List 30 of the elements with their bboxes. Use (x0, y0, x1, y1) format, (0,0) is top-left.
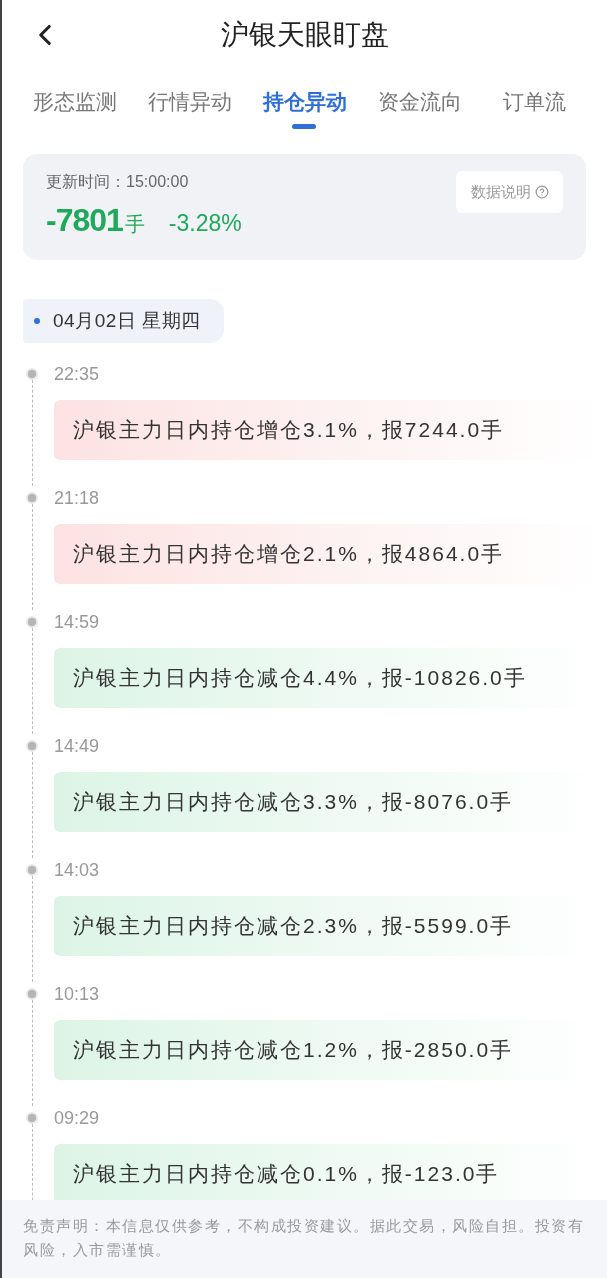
event-text: 沪银主力日内持仓减仓1.2%，报-2850.0手 (73, 1037, 514, 1063)
event-text: 沪银主力日内持仓减仓3.3%，报-8076.0手 (73, 789, 514, 815)
tab[interactable]: 行情异动 (132, 70, 247, 140)
help-icon (534, 185, 549, 199)
event-time: 14:49 (54, 735, 100, 758)
event-text: 沪银主力日内持仓增仓2.1%，报4864.0手 (73, 541, 505, 567)
tab[interactable]: 订单流 (477, 70, 592, 140)
event-time: 09:29 (54, 1107, 100, 1130)
update-time: 更新时间：15:00:00 (46, 172, 189, 192)
page-title: 沪银天眼盯盘 (220, 21, 389, 49)
event-text: 沪银主力日内持仓减仓2.3%，报-5599.0手 (73, 913, 514, 939)
disclaimer-text: 免责声明：本信息仅供参考，不构成投资建议。据此交易，风险自担。投资有风险，入市需谨慎。 (23, 1216, 585, 1260)
data-info-button[interactable]: 数据说明 (456, 171, 563, 213)
tab[interactable]: 资金流向 (362, 70, 477, 140)
position-change-value: -7801 (46, 202, 123, 238)
unit-label: 手 (124, 212, 145, 236)
event-time: 22:35 (54, 363, 100, 386)
event-text: 沪银主力日内持仓减仓0.1%，报-123.0手 (73, 1161, 500, 1187)
date-bullet-icon (34, 318, 40, 324)
change-percent: -3.28% (168, 209, 242, 237)
event-time: 14:59 (54, 611, 100, 634)
date-label: 04月02日 星期四 (53, 310, 201, 332)
active-tab-indicator (292, 124, 316, 129)
event-text: 沪银主力日内持仓减仓4.4%，报-10826.0手 (73, 665, 527, 691)
tab[interactable]: 持仓异动 (247, 70, 362, 140)
tab[interactable]: 形态监测 (17, 70, 132, 140)
event-text: 沪银主力日内持仓增仓3.1%，报7244.0手 (73, 417, 505, 443)
event-time: 14:03 (54, 859, 100, 882)
event-time: 21:18 (54, 487, 100, 510)
event-time: 10:13 (54, 983, 100, 1006)
